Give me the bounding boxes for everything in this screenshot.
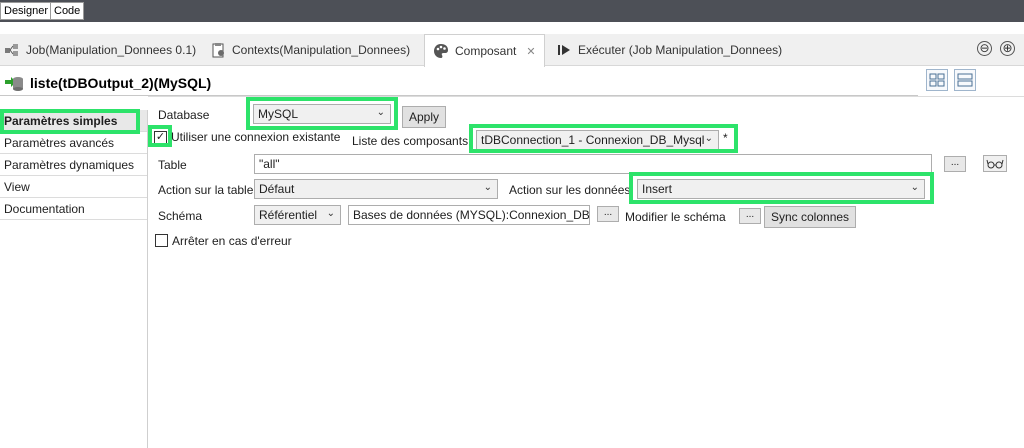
- modify-schema-label: Modifier le schéma: [625, 210, 726, 224]
- table-input[interactable]: "all": [254, 154, 932, 174]
- stop-on-error-label: Arrêter en cas d'erreur: [172, 234, 292, 248]
- tab-executer-label: Exécuter (Job Manipulation_Donnees): [578, 43, 783, 57]
- highlight-sidebar: [0, 109, 140, 134]
- view-tab-bar: Job(Manipulation_Donnees 0.1) Contexts(M…: [0, 34, 1024, 67]
- highlight-checkbox: [148, 125, 172, 147]
- use-existing-connection-label: Utiliser une connexion existante: [171, 130, 341, 144]
- list-layout-button[interactable]: [954, 69, 976, 91]
- tab-designer[interactable]: Designer: [0, 2, 53, 20]
- chevron-down-icon: ⌄: [483, 182, 492, 193]
- modify-schema-button[interactable]: ...: [739, 208, 761, 224]
- highlight-data-action: [629, 172, 934, 204]
- schema-type-select[interactable]: Référentiel ⌄: [254, 205, 341, 225]
- sidebar-item-parametres-avances[interactable]: Paramètres avancés: [0, 132, 147, 154]
- tab-composant-label: Composant: [455, 44, 517, 58]
- contexts-icon: [210, 42, 226, 58]
- table-label: Table: [158, 158, 187, 172]
- close-icon[interactable]: ✕: [526, 45, 535, 58]
- grid-layout-icon: [929, 73, 945, 87]
- minimize-view-button[interactable]: ⊖: [977, 41, 992, 56]
- sync-columns-button[interactable]: Sync colonnes: [764, 206, 857, 228]
- sidebar-item-view[interactable]: View: [0, 176, 147, 198]
- schema-label: Schéma: [158, 209, 203, 223]
- grid-layout-button[interactable]: [926, 69, 948, 91]
- palette-icon: [433, 43, 449, 59]
- schema-repository-field[interactable]: Bases de données (MYSQL):Connexion_DB_M: [348, 205, 590, 225]
- apply-button[interactable]: Apply: [402, 106, 447, 128]
- guess-schema-button[interactable]: [983, 155, 1007, 172]
- list-layout-icon: [957, 73, 973, 87]
- maximize-view-button[interactable]: ⊕: [1000, 41, 1015, 56]
- highlight-database: [246, 97, 398, 130]
- job-icon: [4, 42, 20, 58]
- chevron-down-icon: ⌄: [326, 208, 335, 219]
- stop-on-error-checkbox[interactable]: [155, 234, 168, 247]
- table-browse-button[interactable]: ...: [944, 156, 966, 172]
- glasses-icon: [986, 159, 1004, 169]
- tab-code[interactable]: Code: [50, 2, 85, 20]
- sidebar-item-parametres-dynamiques[interactable]: Paramètres dynamiques: [0, 154, 147, 176]
- run-icon: [556, 42, 572, 58]
- settings-sidebar: Paramètres simples Paramètres avancés Pa…: [0, 110, 148, 448]
- table-action-label: Action sur la table: [158, 183, 254, 197]
- highlight-component-list: [469, 124, 738, 153]
- tab-composant[interactable]: Composant ✕: [424, 34, 545, 67]
- table-action-value: Défaut: [259, 182, 295, 196]
- db-output-icon: [4, 73, 24, 96]
- tab-contexts-label: Contexts(Manipulation_Donnees): [232, 43, 411, 57]
- schema-type-value: Référentiel: [259, 208, 318, 222]
- component-title: liste(tDBOutput_2)(MySQL): [30, 75, 212, 91]
- designer-code-strip: [0, 0, 1024, 22]
- component-list-label: Liste des composants: [352, 134, 469, 148]
- component-header: liste(tDBOutput_2)(MySQL): [0, 69, 918, 96]
- tab-executer[interactable]: Exécuter (Job Manipulation_Donnees): [556, 34, 782, 66]
- sidebar-item-documentation[interactable]: Documentation: [0, 198, 147, 220]
- tab-job-label: Job(Manipulation_Donnees 0.1): [26, 43, 197, 57]
- database-label: Database: [158, 108, 210, 122]
- tab-job[interactable]: Job(Manipulation_Donnees 0.1): [4, 34, 196, 66]
- data-action-label: Action sur les données: [509, 183, 631, 197]
- table-action-select[interactable]: Défaut ⌄: [254, 179, 498, 199]
- schema-repository-browse-button[interactable]: ...: [597, 206, 619, 222]
- tab-contexts[interactable]: Contexts(Manipulation_Donnees): [210, 34, 410, 66]
